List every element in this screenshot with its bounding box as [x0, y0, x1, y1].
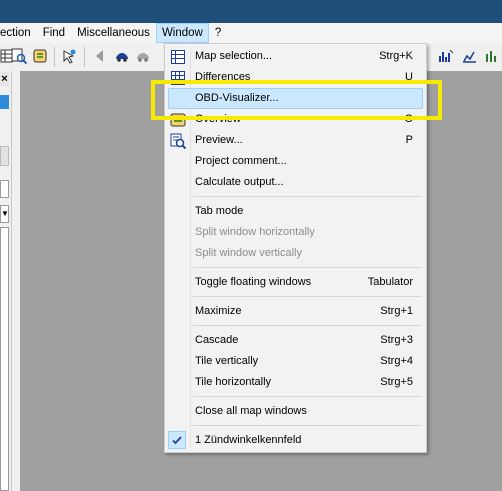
menu-item-preview[interactable]: Preview... P — [165, 130, 426, 151]
menu-find[interactable]: Find — [37, 23, 71, 43]
menu-separator — [193, 296, 421, 297]
menu-separator — [193, 196, 421, 197]
menu-item-toggle-floating[interactable]: Toggle floating windows Tabulator — [165, 272, 426, 293]
preview-icon — [170, 133, 186, 149]
panel-button[interactable] — [0, 146, 9, 166]
menu-separator — [193, 396, 421, 397]
grid-icon — [171, 71, 185, 85]
window-menu-dropdown: Map selection... Strg+K Differences U OB… — [164, 43, 427, 453]
menu-item-cascade[interactable]: Cascade Strg+3 — [165, 330, 426, 351]
map-selection-icon — [171, 50, 185, 64]
menu-item-obd-visualizer[interactable]: OBD-Visualizer... — [168, 88, 423, 109]
menu-separator — [193, 325, 421, 326]
panel-dropdown[interactable]: ▼ — [0, 205, 9, 223]
menu-section[interactable]: ection — [0, 23, 37, 43]
menu-item-maximize[interactable]: Maximize Strg+1 — [165, 301, 426, 322]
menu-item-tile-horizontally[interactable]: Tile horizontally Strg+5 — [165, 372, 426, 393]
pointer-tool-icon[interactable] — [61, 48, 77, 64]
panel-icon[interactable] — [0, 95, 9, 109]
menu-separator — [193, 267, 421, 268]
car-blue-icon[interactable] — [114, 48, 130, 64]
panel-checkbox[interactable] — [0, 180, 9, 198]
menu-item-overview[interactable]: Overview O — [165, 109, 426, 130]
menu-window[interactable]: Window — [155, 23, 209, 43]
menu-item-split-vertically: Split window vertically — [195, 247, 302, 259]
histogram-icon[interactable] — [438, 48, 454, 64]
menu-miscellaneous[interactable]: Miscellaneous — [71, 23, 156, 43]
back-arrow-icon[interactable] — [92, 48, 108, 64]
left-panel: × ▼ — [0, 71, 12, 491]
bars-icon[interactable] — [484, 48, 500, 64]
panel-list[interactable] — [0, 227, 9, 491]
menu-item-calculate-output[interactable]: Calculate output... — [165, 172, 426, 193]
car-gray-icon[interactable] — [135, 48, 151, 64]
scroll-icon[interactable] — [32, 48, 48, 64]
chart-icon[interactable] — [461, 48, 477, 64]
close-icon[interactable]: × — [0, 72, 9, 86]
menu-bar: ection Find Miscellaneous Window ? — [0, 23, 502, 43]
menu-separator — [193, 425, 421, 426]
menu-item-map-selection[interactable]: Map selection... Strg+K — [165, 46, 426, 67]
title-bar — [0, 0, 502, 23]
menu-item-open-window-1[interactable]: 1 Zündwinkelkennfeld — [165, 430, 426, 451]
search-map-icon[interactable] — [11, 48, 27, 64]
menu-item-close-all-maps[interactable]: Close all map windows — [165, 401, 426, 422]
menu-item-split-horizontally: Split window horizontally — [195, 226, 315, 238]
menu-item-differences[interactable]: Differences U — [165, 67, 426, 88]
menu-item-tile-vertically[interactable]: Tile vertically Strg+4 — [165, 351, 426, 372]
overview-icon — [170, 113, 186, 127]
menu-item-tab-mode[interactable]: Tab mode — [165, 201, 426, 222]
checkmark-icon — [168, 431, 186, 449]
menu-help[interactable]: ? — [209, 23, 227, 43]
menu-item-project-comment[interactable]: Project comment... — [165, 151, 426, 172]
